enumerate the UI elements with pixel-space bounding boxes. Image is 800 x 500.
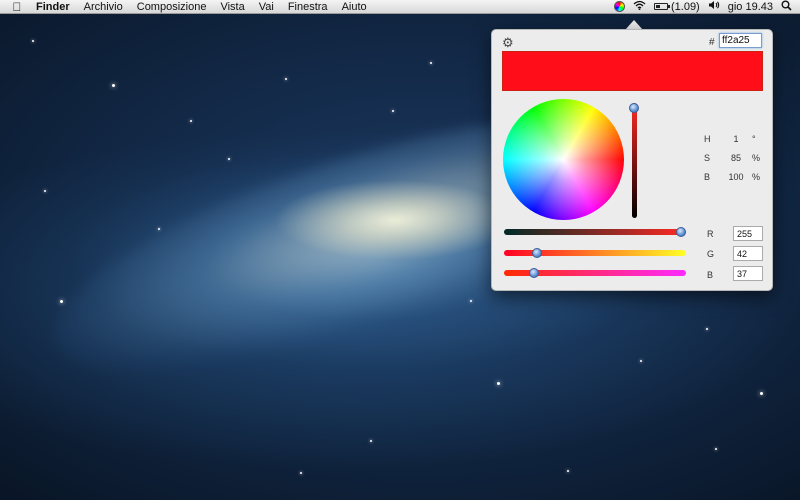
menu-composizione[interactable]: Composizione: [137, 1, 207, 13]
hue-value: 1: [733, 134, 739, 144]
menu-aiuto[interactable]: Aiuto: [342, 1, 367, 13]
brightness-slider[interactable]: [632, 103, 637, 218]
brightness-slider-knob[interactable]: [629, 103, 639, 113]
brightness-label: B: [704, 172, 711, 182]
blue-slider-knob[interactable]: [528, 268, 539, 278]
hue-unit: °: [752, 134, 756, 144]
blue-label: B: [707, 270, 714, 280]
star: [228, 158, 230, 160]
clock[interactable]: gio 19.43: [728, 1, 773, 13]
battery-time: (1.09): [670, 0, 700, 13]
hex-input[interactable]: [719, 33, 762, 48]
brightness-unit: %: [752, 172, 761, 182]
star: [640, 360, 642, 362]
red-slider-knob[interactable]: [676, 227, 686, 237]
color-wheel-icon[interactable]: [613, 1, 625, 12]
star: [715, 448, 717, 450]
volume-icon[interactable]: [708, 0, 720, 13]
star: [60, 300, 63, 303]
menu-vista[interactable]: Vista: [220, 1, 244, 13]
star: [370, 440, 372, 442]
green-label: G: [707, 249, 715, 259]
green-input[interactable]: [733, 246, 763, 261]
star: [32, 40, 34, 42]
menu-archivio[interactable]: Archivio: [84, 1, 123, 13]
saturation-label: S: [704, 153, 711, 163]
menubar:  Finder Archivio Composizione Vista Vai…: [0, 0, 800, 14]
red-slider[interactable]: [504, 229, 686, 235]
red-label: R: [707, 229, 714, 239]
color-picker-popover: ⚙ # H 1 ° S 85 % B 100 % R G B: [491, 29, 773, 291]
green-slider-knob[interactable]: [532, 248, 543, 258]
saturation-value: 85: [730, 153, 741, 163]
star: [470, 300, 472, 302]
status-area: (1.09) gio 19.43: [606, 0, 800, 14]
green-slider[interactable]: [504, 250, 686, 256]
star: [706, 328, 708, 330]
apple-menu-icon[interactable]: : [10, 0, 24, 14]
star: [285, 78, 287, 80]
red-input[interactable]: [733, 226, 763, 241]
wifi-icon[interactable]: [633, 0, 646, 13]
saturation-unit: %: [752, 153, 761, 163]
battery-icon: [653, 3, 670, 10]
blue-input[interactable]: [733, 266, 763, 281]
star: [760, 392, 763, 395]
star: [497, 382, 500, 385]
star: [300, 472, 302, 474]
star: [158, 228, 160, 230]
menu-finder[interactable]: Finder: [36, 1, 70, 13]
hue-label: H: [704, 134, 711, 144]
brightness-value: 100: [728, 172, 744, 182]
star: [430, 62, 432, 64]
battery-indicator[interactable]: (1.09): [653, 0, 700, 13]
gear-icon[interactable]: ⚙: [502, 35, 514, 51]
search-icon[interactable]: [781, 0, 792, 14]
color-wheel[interactable]: [503, 99, 624, 220]
hex-hash-label: #: [709, 37, 715, 48]
color-swatch: [502, 51, 763, 91]
star: [567, 470, 569, 472]
star: [44, 190, 46, 192]
star: [190, 120, 192, 122]
menu-vai[interactable]: Vai: [259, 1, 274, 13]
menu-finestra[interactable]: Finestra: [288, 1, 328, 13]
star: [392, 110, 394, 112]
star: [112, 84, 115, 87]
